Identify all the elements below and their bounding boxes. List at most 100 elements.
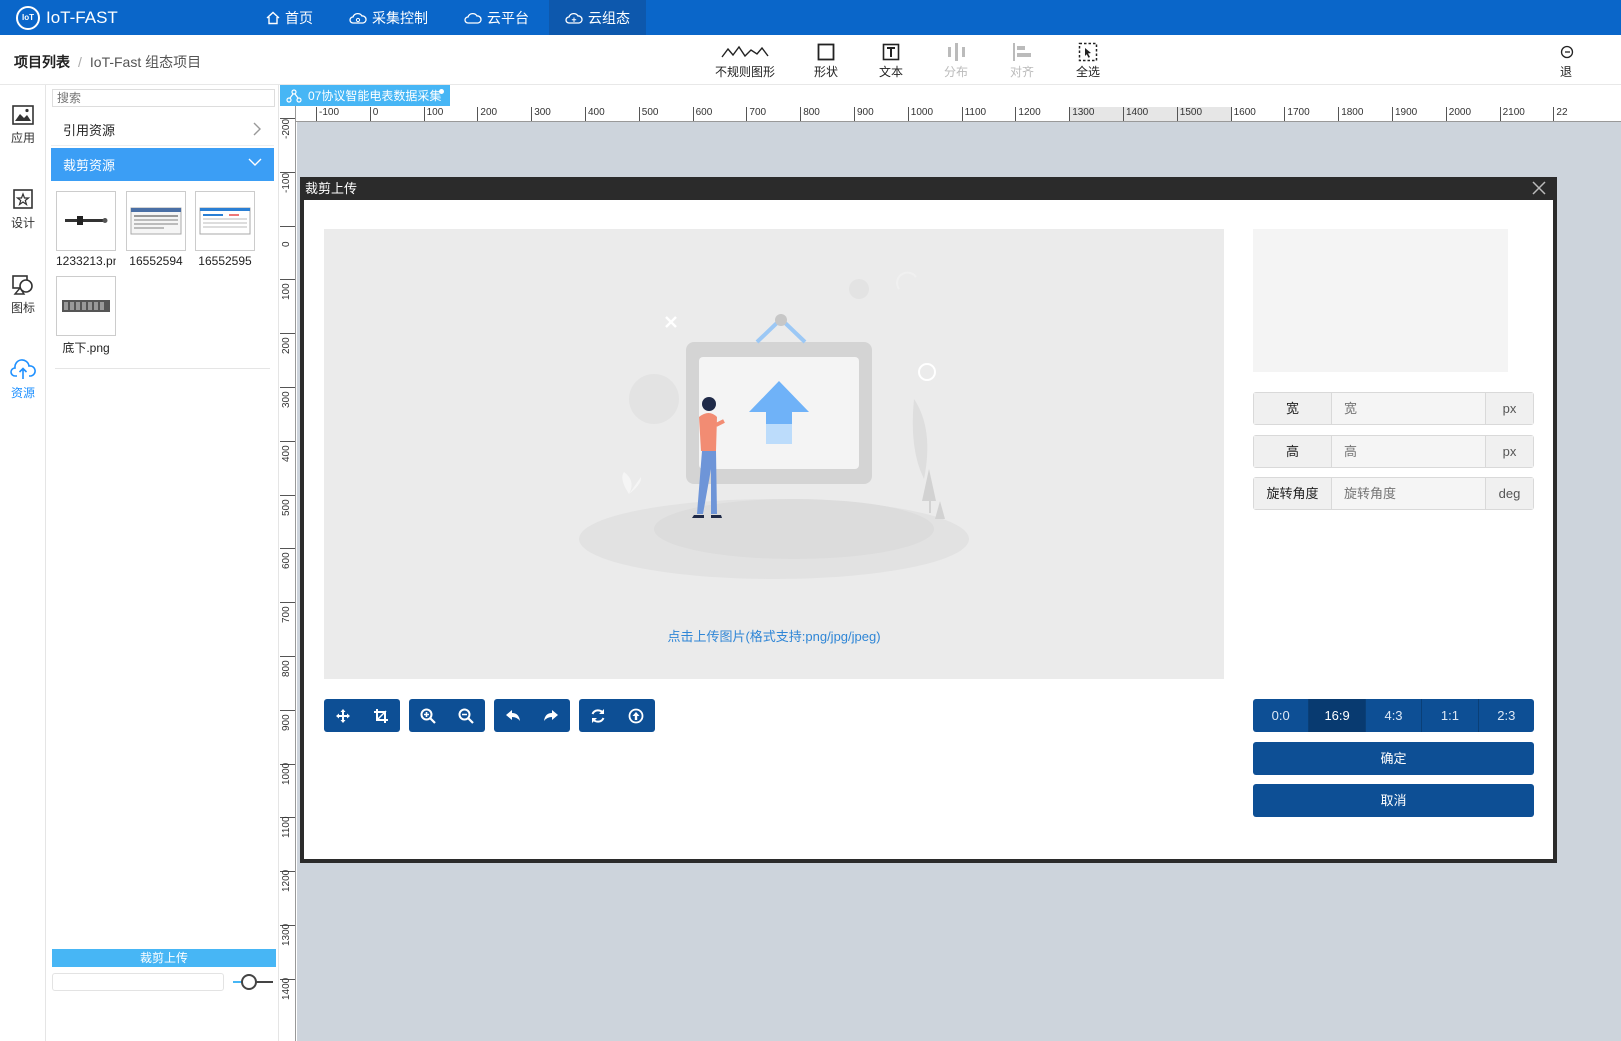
confirm-button[interactable]: 确定 [1253,742,1534,775]
rotate-input[interactable] [1332,478,1485,509]
ruler-tick-label: 1000 [907,107,962,121]
thumb-label: 16552595 [198,254,252,268]
breadcrumb-current: IoT-Fast 组态项目 [89,54,202,70]
zoom-out-icon [458,708,474,724]
ratio-2-3[interactable]: 2:3 [1479,699,1534,732]
tool-text[interactable]: 文本 [856,41,926,80]
zoom-out-button[interactable] [447,699,485,732]
tool-align[interactable]: 对齐 [987,41,1057,80]
cloud-gear-icon [349,12,367,24]
crop-button[interactable] [362,699,400,732]
accordion-crop-resources[interactable]: 裁剪资源 [51,148,274,181]
reset-button[interactable] [579,699,617,732]
exit-button[interactable]: 退 [1552,41,1621,80]
thumb-image [126,191,186,251]
ruler-tick-label: 1200 [1015,107,1069,121]
nav-cloud-scada[interactable]: 云组态 [549,0,646,35]
resource-thumb[interactable]: 底下.png [56,276,116,356]
ruler-tick-label: 700 [280,602,295,632]
nav-collect-control[interactable]: 采集控制 [333,0,444,35]
thumb-label: 底下.png [62,341,110,355]
ruler-tick-label: 800 [800,107,854,121]
ratio-0-0[interactable]: 0:0 [1253,699,1310,732]
zoom-slider-handle[interactable] [241,974,257,990]
app-title: IoT-FAST [46,7,118,27]
rail-design[interactable]: 设计 [0,186,46,231]
ruler-tick-label: 1600 [1230,107,1285,121]
breadcrumb: 项目列表 / IoT-Fast 组态项目 [14,52,201,72]
ratio-16-9[interactable]: 16:9 [1309,699,1366,732]
ruler-tick-label: 22 [1553,107,1607,121]
rail-app-label: 应用 [10,131,35,145]
rotate-left-button[interactable] [494,699,532,732]
arrow-right-icon [544,709,558,721]
accordion-ref-resources[interactable]: 引用资源 [51,113,274,146]
file-tab[interactable]: 07协议智能电表数据采集 [280,85,450,106]
square-icon [817,43,835,61]
unsaved-dot [439,89,444,94]
sub-toolbar: 项目列表 / IoT-Fast 组态项目 不规则图形 形状 文本 分布 对齐 全选 … [0,35,1621,85]
ruler-tick-label: 1000 [280,762,295,794]
crop-upload-button[interactable]: 裁剪上传 [52,949,276,967]
distribute-icon [948,43,965,61]
thumb-image [56,276,116,336]
tool-align-label: 对齐 [1009,65,1034,79]
dialog-title: 裁剪上传 [305,181,358,196]
tool-select-all[interactable]: 全选 [1053,41,1123,80]
resource-thumb[interactable]: 16552594 [126,191,186,268]
upload-button[interactable] [617,699,655,732]
image-upload-area[interactable]: 点击上传图片(格式支持:png/jpg/jpeg) [324,229,1224,679]
rail-design-label: 设计 [10,216,35,230]
nav-scada-label: 云组态 [588,9,630,26]
nav-cloud-platform[interactable]: 云平台 [448,0,545,35]
tool-distribute[interactable]: 分布 [921,41,991,80]
cloud-settings-icon [565,12,583,24]
crop-resources-label: 裁剪资源 [63,158,116,173]
ratio-4-3[interactable]: 4:3 [1366,699,1423,732]
crop-upload-dialog: 裁剪上传 点击上传图片(格式支持:png/jpg/jpeg) 宽 宽 px 高 … [300,177,1557,863]
move-button[interactable] [324,699,362,732]
ruler-tick-label: 1900 [1392,107,1446,121]
resource-search-input[interactable] [52,89,275,107]
app-logo[interactable]: IoT IoT-FAST [16,5,246,30]
rotate-right-button[interactable] [532,699,570,732]
arrow-left-icon [506,709,520,721]
tool-irregular-shape[interactable]: 不规则图形 [710,41,780,80]
width-input[interactable] [1332,393,1485,424]
ruler-tick-label: 700 [746,107,800,121]
rail-resources[interactable]: 资源 [0,356,46,401]
cancel-button[interactable]: 取消 [1253,784,1534,817]
ruler-tick-label: 1300 [1069,107,1123,121]
resource-thumb[interactable]: 16552595 [195,191,255,268]
image-icon [12,105,34,125]
ruler-tick-label: 1700 [1284,107,1338,121]
width-label: 宽 [1254,393,1332,424]
ruler-tick-label: 400 [280,440,295,471]
ruler-tick-label: 1300 [280,924,295,955]
tool-shape[interactable]: 形状 [791,41,861,80]
close-icon[interactable] [1531,180,1547,196]
ruler-tick-label: 1500 [1176,107,1231,121]
ruler-tick-label: 400 [585,107,639,121]
nav-home[interactable]: 首页 [250,0,329,35]
rail-app[interactable]: 应用 [0,101,46,146]
ruler-tick-label: -100 [280,171,295,202]
breadcrumb-root[interactable]: 项目列表 [14,54,70,70]
top-navbar: IoT IoT-FAST 首页 采集控制 云平台 云组态 [0,0,1621,35]
zoom-in-button[interactable] [409,699,447,732]
ruler-tick-label: 100 [280,279,295,309]
height-label: 高 [1254,436,1332,467]
width-unit: px [1485,393,1533,424]
network-icon [286,88,302,103]
mini-input[interactable] [52,973,224,991]
ruler-tick-label: -200 [280,118,295,148]
design-star-icon [13,189,33,209]
rail-icons[interactable]: 图标 [0,271,46,316]
resource-thumb[interactable]: 1233213.png [56,191,116,268]
ruler-tick-label: 2100 [1499,107,1554,121]
ratio-1-1[interactable]: 1:1 [1422,699,1479,732]
upload-hint-text[interactable]: 点击上传图片(格式支持:png/jpg/jpeg) [324,626,1224,645]
height-input[interactable] [1332,436,1485,467]
thumb-image [56,191,116,251]
rotate-group [494,699,570,732]
